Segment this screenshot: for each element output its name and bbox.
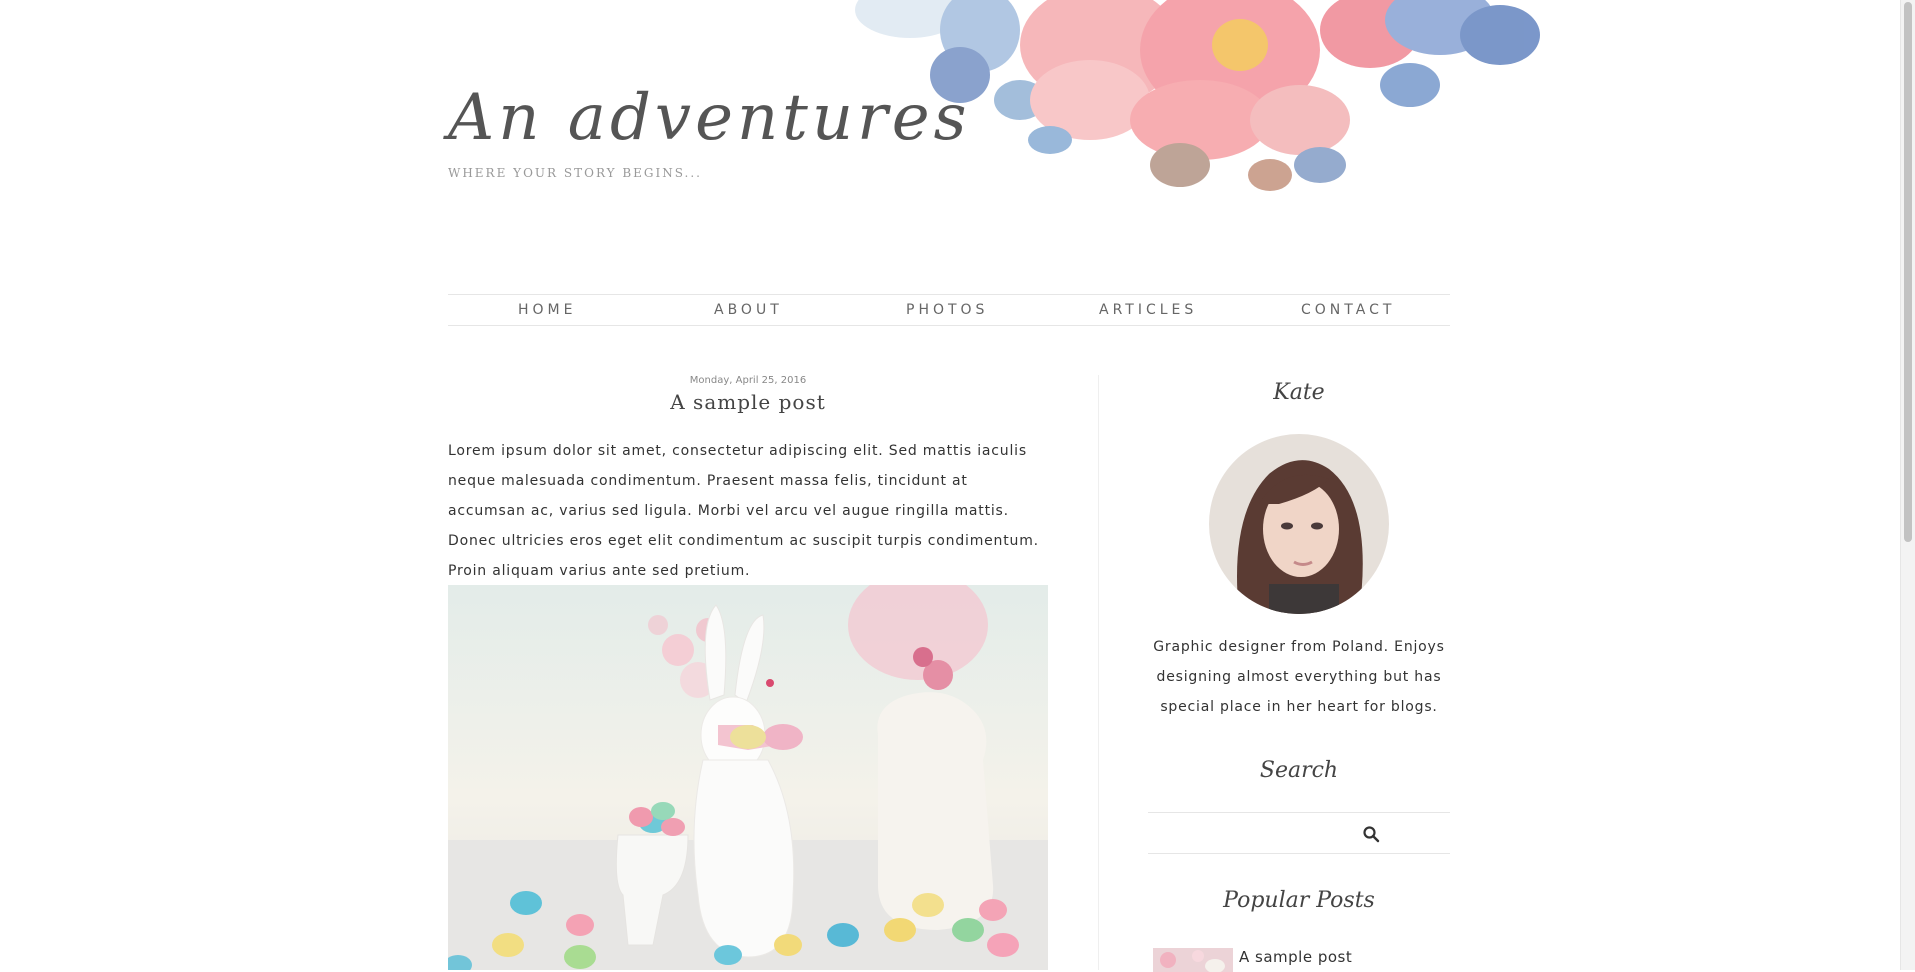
search-box: [1148, 812, 1450, 854]
blog-tagline: WHERE YOUR STORY BEGINS...: [448, 166, 702, 180]
popular-posts-title: Popular Posts: [1223, 888, 1375, 913]
nav-item-contact[interactable]: CONTACT: [1301, 302, 1395, 318]
popular-post-item[interactable]: A sample post: [1153, 948, 1453, 972]
nav-item-about[interactable]: ABOUT: [714, 302, 783, 318]
profile-name: Kate: [1273, 380, 1325, 405]
main-navigation: HOME ABOUT PHOTOS ARTICLES CONTACT: [448, 294, 1450, 326]
post-image: [448, 585, 1048, 970]
nav-item-home[interactable]: HOME: [518, 302, 576, 318]
search-input[interactable]: [1148, 817, 1398, 847]
avatar: [1209, 434, 1389, 614]
scrollbar-thumb[interactable]: [1904, 2, 1912, 542]
portrait-photo: [1209, 434, 1389, 614]
column-divider: [1098, 375, 1099, 970]
nav-item-articles[interactable]: ARTICLES: [1099, 302, 1197, 318]
popular-post-thumbnail: [1153, 948, 1233, 972]
nav-item-photos[interactable]: PHOTOS: [906, 302, 988, 318]
post-date: Monday, April 25, 2016: [689, 375, 807, 386]
search-icon[interactable]: [1362, 825, 1380, 843]
post-title[interactable]: A sample post: [448, 390, 1048, 414]
blog-title[interactable]: An adventures: [448, 86, 970, 150]
scrollbar[interactable]: [1900, 0, 1915, 970]
post-body: Lorem ipsum dolor sit amet, consectetur …: [448, 443, 1039, 579]
easter-bunny-illustration: [448, 585, 1048, 970]
search-widget-title: Search: [1259, 758, 1339, 783]
popular-post-title[interactable]: A sample post: [1239, 948, 1352, 966]
profile-bio: Graphic designer from Poland. Enjoys des…: [1153, 639, 1445, 715]
